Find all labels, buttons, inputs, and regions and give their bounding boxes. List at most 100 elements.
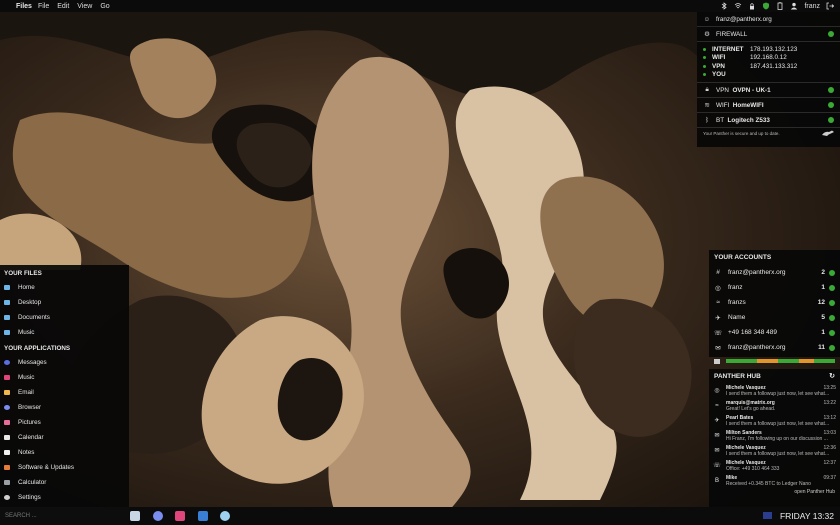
hub-title: PANTHER HUB — [714, 372, 761, 380]
hub-header: PANTHER HUB ↻ — [709, 369, 840, 383]
file-label: Documents — [18, 314, 50, 321]
app-label: Settings — [18, 494, 41, 501]
windows-icon[interactable] — [198, 511, 208, 521]
software-icon — [4, 465, 10, 470]
message-text: Office: +49 310 464 333 — [726, 465, 780, 472]
logout-icon[interactable] — [826, 2, 834, 10]
message-source-icon: B — [714, 477, 719, 484]
message-source-icon: ☏ — [713, 463, 721, 469]
message-sender: Pearl Bates — [726, 414, 754, 421]
email-icon: ✉ — [715, 344, 721, 352]
wallet-row[interactable] — [709, 355, 840, 367]
status-dot — [703, 47, 706, 51]
status-dot — [829, 269, 835, 276]
hub-message[interactable]: B Mike 09:37 Received +0.345 BTC to Ledger … — [709, 473, 840, 488]
user-icon[interactable] — [790, 2, 798, 10]
user-name[interactable]: franz — [804, 3, 820, 10]
app-item-notes[interactable]: Notes — [0, 445, 129, 460]
app-item-pictures[interactable]: Pictures — [0, 415, 129, 430]
hub-message[interactable]: ☏ Michele Vasquez 12:37 Office: +49 310 464… — [709, 458, 840, 473]
connection-value: 187.431.133.312 — [750, 62, 798, 70]
app-label: Email — [18, 389, 34, 396]
app-label: Software & Updates — [18, 464, 75, 471]
status-dot — [829, 344, 835, 351]
vpn-row[interactable]: 🔒︎ VPN OVPN - UK-1 — [697, 83, 840, 98]
account-name: Name — [728, 314, 746, 321]
account-row[interactable]: ☺ franz@pantherx.org — [697, 12, 840, 27]
open-hub-link[interactable]: open Panther Hub — [709, 488, 840, 497]
account-item[interactable]: ☏ +49 168 348 489 1 — [709, 325, 840, 340]
accounts-header: YOUR ACCOUNTS — [714, 254, 772, 261]
search-input[interactable]: SEARCH ... — [0, 507, 129, 525]
app-item-calculator[interactable]: Calculator — [0, 475, 129, 490]
hub-message[interactable]: ✈ Pearl Bates 13:12 I send them a followup … — [709, 413, 840, 428]
battery-icon[interactable] — [776, 2, 784, 10]
user-icon: ☺ — [703, 15, 711, 23]
account-item[interactable]: ✉ franz@pantherx.org 11 — [709, 340, 840, 355]
panther-logo-icon — [822, 130, 834, 136]
app-name[interactable]: Files — [16, 3, 32, 10]
menu-file[interactable]: File — [38, 3, 49, 10]
message-sender: marquis@matrix.org — [726, 399, 775, 406]
connection-row: WIFI 192.168.0.12 — [703, 54, 834, 63]
browser-icon[interactable] — [153, 511, 163, 521]
security-panel: ☺ franz@pantherx.org ⚙ FIREWALL INTERNET… — [697, 12, 840, 147]
music-icon — [4, 375, 10, 380]
app-item-calendar[interactable]: Calendar — [0, 430, 129, 445]
account-item[interactable]: ✈ Name 5 — [709, 310, 840, 325]
files-icon[interactable] — [130, 511, 140, 521]
menu-view[interactable]: View — [77, 3, 92, 10]
panther-hub-panel: PANTHER HUB ↻ ◎ Michele Vasquez 13:25 I sen… — [709, 369, 840, 507]
status-text: Your Panther is secure and up to date. — [703, 130, 780, 136]
app-item-email[interactable]: Email — [0, 385, 129, 400]
wifi-row[interactable]: ≋ WIFI HomeWIFI — [697, 98, 840, 113]
app-label: Music — [18, 374, 35, 381]
wifi-icon[interactable] — [734, 2, 742, 10]
file-item-documents[interactable]: Documents — [0, 310, 129, 325]
app-item-software-updates[interactable]: Software & Updates — [0, 460, 129, 475]
refresh-icon[interactable]: ↻ — [829, 372, 835, 380]
message-time: 13:25 — [823, 384, 836, 391]
wifi-label: WIFI — [716, 101, 730, 109]
menu-go[interactable]: Go — [100, 3, 109, 10]
account-email: franz@pantherx.org — [716, 15, 772, 23]
bluetooth-row[interactable]: ᛒ BT Logitech Z533 — [697, 113, 840, 128]
message-sender: Michele Vasquez — [726, 444, 766, 451]
settings-icon[interactable] — [220, 511, 230, 521]
bluetooth-icon[interactable] — [720, 2, 728, 10]
app-label: Calculator — [18, 479, 47, 486]
notes-icon — [4, 450, 10, 455]
app-item-messages[interactable]: Messages — [0, 355, 129, 370]
calculator-icon — [4, 480, 10, 485]
shield-icon[interactable] — [762, 2, 770, 10]
message-time: 12:37 — [823, 459, 836, 466]
file-item-music[interactable]: Music — [0, 325, 129, 340]
account-item[interactable]: ≈ franzs 12 — [709, 295, 840, 310]
hub-message[interactable]: ≈ marquis@matrix.org 13:22 Great! Let's go … — [709, 398, 840, 413]
account-name: franz@pantherx.org — [728, 269, 786, 276]
menu-edit[interactable]: Edit — [57, 3, 69, 10]
app-item-browser[interactable]: Browser — [0, 400, 129, 415]
account-item[interactable]: ◎ franz 1 — [709, 280, 840, 295]
status-dot — [829, 299, 835, 306]
lock-icon[interactable] — [748, 2, 756, 10]
message-text: I send them a followup just now, let see… — [726, 420, 830, 427]
keyboard-layout-flag-icon[interactable] — [763, 512, 772, 519]
pictures-icon — [4, 420, 10, 425]
clock[interactable]: FRIDAY 13:32 — [780, 511, 834, 521]
message-text: I send them a followup just now, let see… — [726, 450, 830, 457]
top-bar: Files File Edit View Go franz — [0, 0, 840, 12]
app-item-music[interactable]: Music — [0, 370, 129, 385]
account-item[interactable]: # franz@pantherx.org 2 — [709, 265, 840, 280]
hub-message[interactable]: ◎ Michele Vasquez 13:25 I send them a follo… — [709, 383, 840, 398]
hub-message[interactable]: ✉ Milton Sanders 13:03 Hi Franz, I'm follow… — [709, 428, 840, 443]
message-source-icon: ✉ — [714, 433, 720, 439]
file-item-home[interactable]: Home — [0, 280, 129, 295]
music-icon[interactable] — [175, 511, 185, 521]
file-item-desktop[interactable]: Desktop — [0, 295, 129, 310]
telegram-icon: ✈ — [715, 314, 721, 322]
email-icon — [4, 390, 10, 395]
hub-message[interactable]: ✉ Michele Vasquez 12:36 I send them a follo… — [709, 443, 840, 458]
app-item-settings[interactable]: Settings — [0, 490, 129, 505]
firewall-row[interactable]: ⚙ FIREWALL — [697, 27, 840, 42]
